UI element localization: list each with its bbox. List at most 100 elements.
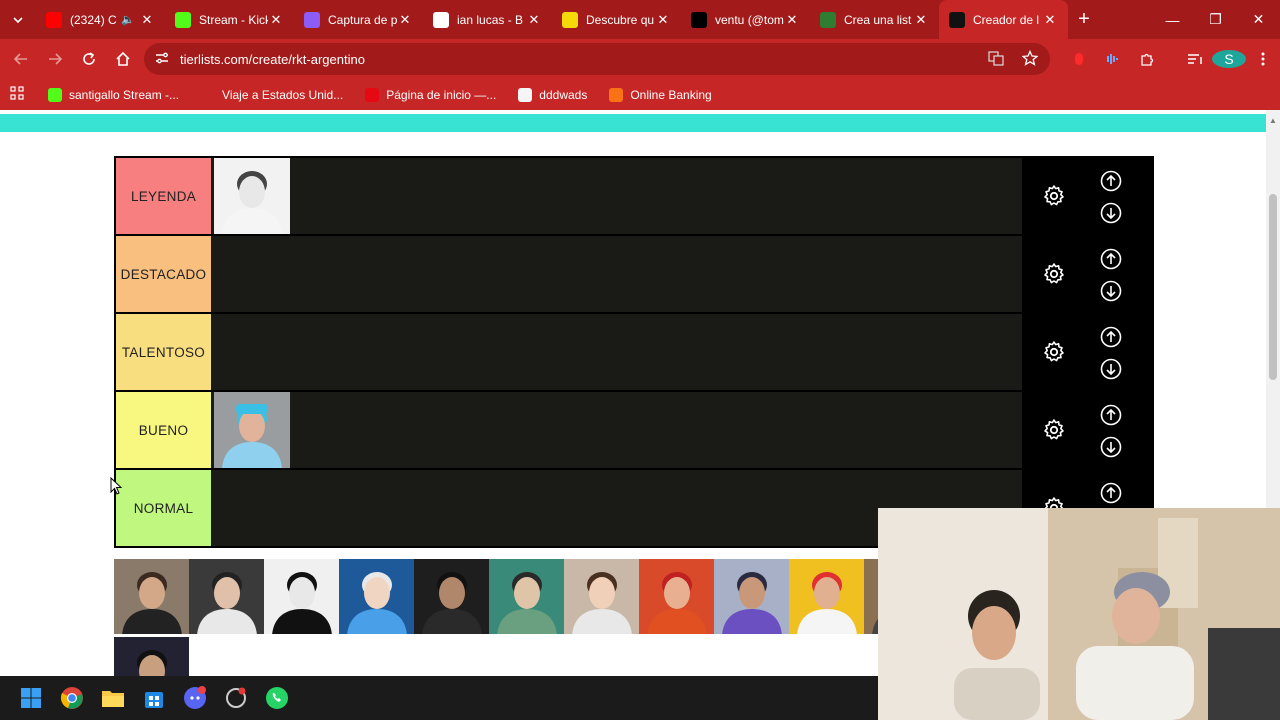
arrow-up-circle-icon[interactable] — [1100, 248, 1122, 270]
close-tab-icon[interactable]: ✕ — [397, 12, 413, 28]
tier-label[interactable]: NORMAL — [116, 470, 211, 546]
pool-item-image[interactable] — [639, 559, 714, 634]
taskbar-app[interactable] — [215, 676, 256, 720]
reload-icon — [83, 52, 95, 65]
bookmark-santigallo-stream[interactable]: santigallo Stream -... — [48, 87, 179, 102]
tab-6[interactable]: ventu (@tom ✕ — [681, 0, 810, 39]
pool-item-image[interactable] — [864, 559, 878, 634]
tier-drop-zone[interactable] — [212, 158, 1020, 234]
windows-logo-icon — [20, 688, 41, 708]
unranked-items-pool — [114, 559, 878, 676]
gear-icon[interactable] — [1042, 340, 1066, 364]
tab-2[interactable]: Stream - Kick ✕ — [165, 0, 294, 39]
tab-4[interactable]: ian lucas - B ✕ — [423, 0, 552, 39]
tab-3[interactable]: Captura de p ✕ — [294, 0, 423, 39]
gear-icon[interactable] — [1042, 262, 1066, 286]
apps-grid-icon[interactable] — [10, 86, 26, 103]
list-app-icon — [820, 11, 836, 28]
recording-extension-icon[interactable] — [1062, 52, 1096, 66]
address-bar[interactable]: tierlists.com/create/rkt-argentino — [144, 43, 1050, 75]
pool-item-image[interactable] — [114, 559, 189, 634]
tier-item-image[interactable] — [214, 392, 290, 468]
pool-item-image[interactable] — [264, 559, 339, 634]
site-settings-icon[interactable] — [144, 52, 180, 67]
scroll-up-icon[interactable]: ▲ — [1269, 116, 1277, 125]
pool-item-image[interactable] — [339, 559, 414, 634]
arrow-up-circle-icon[interactable] — [1100, 326, 1122, 348]
menu-icon[interactable] — [1246, 52, 1280, 66]
profile-avatar[interactable]: S — [1212, 50, 1246, 68]
home-button[interactable] — [106, 39, 140, 79]
tierlist-icon — [949, 11, 965, 28]
close-tab-icon[interactable]: ✕ — [913, 12, 929, 28]
close-tab-icon[interactable]: ✕ — [139, 12, 155, 28]
bookmark-viaje-a-estados-unid[interactable]: Viaje a Estados Unid... — [201, 87, 343, 102]
arrow-up-circle-icon[interactable] — [1100, 170, 1122, 192]
taskbar-file-explorer[interactable] — [92, 676, 133, 720]
taskbar-whatsapp[interactable] — [256, 676, 297, 720]
arrow-up-circle-icon[interactable] — [1100, 404, 1122, 426]
pool-item-image[interactable] — [714, 559, 789, 634]
tier-drop-zone[interactable] — [212, 314, 1020, 390]
taskbar-discord[interactable] — [174, 676, 215, 720]
bookmark-online-banking[interactable]: Online Banking — [609, 87, 712, 102]
tab-7[interactable]: Crea una list ✕ — [810, 0, 939, 39]
taskbar-chrome[interactable] — [51, 676, 92, 720]
taskbar-store[interactable] — [133, 676, 174, 720]
arrow-down-circle-icon[interactable] — [1100, 436, 1122, 458]
forward-button[interactable] — [38, 39, 72, 79]
scrollbar-thumb[interactable] — [1269, 194, 1277, 380]
tab-5[interactable]: Descubre qu ✕ — [552, 0, 681, 39]
close-tab-icon[interactable]: ✕ — [1042, 12, 1058, 28]
tier-label[interactable]: BUENO — [116, 392, 211, 468]
pool-item-image[interactable] — [189, 559, 264, 634]
gear-icon[interactable] — [1042, 184, 1066, 208]
tab-title: Crea una list — [844, 12, 912, 27]
tier-controls — [1022, 236, 1152, 312]
close-tab-icon[interactable]: ✕ — [784, 12, 800, 28]
reload-button[interactable] — [72, 39, 106, 79]
home-icon — [116, 51, 130, 66]
restore-button[interactable]: ❐ — [1194, 0, 1237, 39]
close-tab-icon[interactable]: ✕ — [655, 12, 671, 28]
arrow-down-circle-icon[interactable] — [1100, 280, 1122, 302]
tier-label[interactable]: LEYENDA — [116, 158, 211, 234]
tab-8[interactable]: Creador de l ✕ — [939, 0, 1068, 39]
start-button[interactable] — [10, 676, 51, 720]
tab-title: Descubre qu — [586, 12, 655, 27]
pool-item-image[interactable] — [789, 559, 864, 634]
close-tab-icon[interactable]: ✕ — [526, 12, 542, 28]
new-tab-button[interactable]: + — [1068, 0, 1100, 39]
pool-item-image[interactable] — [414, 559, 489, 634]
bookmark-label: dddwads — [539, 87, 588, 102]
tier-controls — [1022, 314, 1152, 390]
tier-item-image[interactable] — [214, 158, 290, 234]
window-controls: — ❐ ✕ — [1151, 0, 1280, 39]
close-window-button[interactable]: ✕ — [1237, 0, 1280, 39]
arrow-down-circle-icon[interactable] — [1100, 202, 1122, 224]
puzzle-icon[interactable] — [1130, 51, 1164, 67]
minimize-button[interactable]: — — [1151, 0, 1194, 39]
gear-icon[interactable] — [1042, 418, 1066, 442]
close-tab-icon[interactable]: ✕ — [268, 12, 284, 28]
pool-item-image[interactable] — [564, 559, 639, 634]
bookmark-star-icon[interactable] — [1021, 49, 1039, 69]
puzzle-icon — [518, 87, 533, 102]
bookmark-dddwads[interactable]: dddwads — [518, 87, 588, 102]
pool-item-image[interactable] — [489, 559, 564, 634]
arrow-up-circle-icon[interactable] — [1100, 482, 1122, 504]
tier-label[interactable]: TALENTOSO — [116, 314, 211, 390]
tab-1[interactable]: (2324) C 🔈 ✕ — [36, 0, 165, 39]
translate-icon[interactable] — [988, 50, 1004, 69]
tier-drop-zone[interactable] — [212, 392, 1020, 468]
tier-label[interactable]: DESTACADO — [116, 236, 211, 312]
arrow-down-circle-icon[interactable] — [1100, 358, 1122, 380]
speaker-icon[interactable]: 🔈 — [121, 13, 135, 26]
tier-drop-zone[interactable] — [212, 236, 1020, 312]
bookmark-pagina-de-inicio[interactable]: Página de inicio —... — [365, 87, 496, 102]
pool-item-image[interactable] — [114, 637, 189, 676]
audio-extension-icon[interactable] — [1096, 52, 1130, 66]
tab-search-button[interactable] — [0, 0, 36, 39]
back-button[interactable] — [4, 39, 38, 79]
media-controls-icon[interactable] — [1178, 52, 1212, 66]
